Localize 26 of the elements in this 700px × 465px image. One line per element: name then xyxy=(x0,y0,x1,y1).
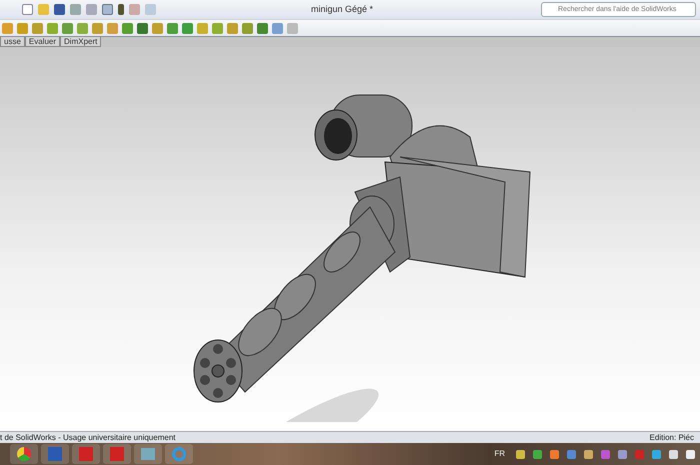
toolbar-icon[interactable] xyxy=(227,22,238,34)
tab[interactable]: usse xyxy=(0,37,25,47)
toolbar-icon[interactable] xyxy=(182,22,193,34)
tab[interactable]: Evaluer xyxy=(24,37,60,47)
toolbar-icon[interactable] xyxy=(122,22,133,34)
toolbar-icon[interactable] xyxy=(47,22,58,34)
toolbar-icon[interactable] xyxy=(17,22,28,34)
status-mode: Edition: Piéc xyxy=(650,432,694,443)
toolbar-icon[interactable] xyxy=(107,22,118,34)
toolbar-icon[interactable] xyxy=(137,22,148,34)
toolbar-icon[interactable] xyxy=(62,22,73,34)
toolbar-icon[interactable] xyxy=(152,22,163,34)
language-indicator[interactable]: FR xyxy=(494,448,505,460)
toolbar-icon[interactable] xyxy=(92,22,103,34)
toolbar-icon[interactable] xyxy=(257,22,268,34)
toolbar-icon[interactable] xyxy=(77,22,88,34)
window-title: minigun Gégé * xyxy=(311,2,374,16)
toolbar-icon[interactable] xyxy=(212,22,223,34)
toolbar-icon[interactable] xyxy=(272,22,283,34)
toolbar-icon[interactable] xyxy=(197,22,208,34)
status-text: t de SolidWorks - Usage universitaire uniquement xyxy=(0,432,176,443)
toolbar-icon[interactable] xyxy=(32,22,43,34)
toolbar-icon[interactable] xyxy=(2,22,13,34)
tab[interactable]: DimXpert xyxy=(60,37,102,47)
toolbar-icon[interactable] xyxy=(242,22,253,34)
toolbar-icon[interactable] xyxy=(167,22,178,34)
